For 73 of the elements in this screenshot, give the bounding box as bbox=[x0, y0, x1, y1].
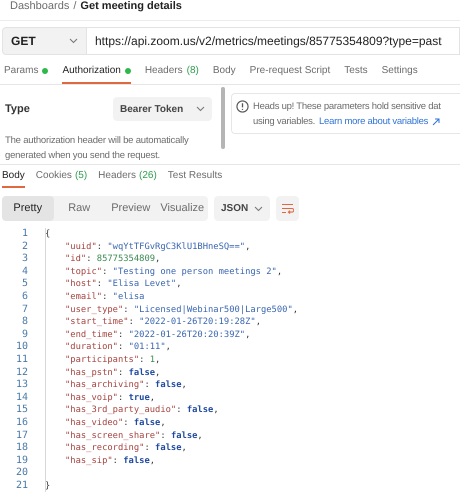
line-number: 14 bbox=[14, 392, 28, 404]
response-tab[interactable]: Headers (26) bbox=[98, 168, 157, 188]
code-line: "has_screen_share": false, bbox=[65, 430, 203, 442]
request-title: Get meeting details bbox=[80, 0, 182, 12]
type-label: Type bbox=[5, 102, 30, 117]
request-tab[interactable]: Params bbox=[4, 59, 48, 84]
line-number: 3 bbox=[20, 253, 28, 266]
request-tab[interactable]: Settings bbox=[382, 59, 418, 84]
request-tab[interactable]: Authorization bbox=[62, 59, 131, 84]
line-number: 18 bbox=[14, 442, 28, 455]
line-number: 9 bbox=[20, 328, 28, 342]
line-number: 19 bbox=[14, 454, 28, 468]
code-line: { bbox=[45, 228, 50, 241]
line-number: 11 bbox=[14, 354, 28, 367]
request-tab[interactable]: Body bbox=[212, 59, 236, 84]
scrollbar[interactable] bbox=[221, 87, 225, 149]
code-line: "has_voip": true, bbox=[65, 392, 156, 404]
line-number: 1 bbox=[20, 228, 28, 241]
line-number: 10 bbox=[14, 341, 28, 354]
line-number: 21 bbox=[14, 480, 28, 492]
code-line: } bbox=[45, 480, 50, 492]
view-mode-tab[interactable]: Visualize bbox=[156, 196, 208, 221]
line-number: 20 bbox=[14, 467, 28, 480]
notice-text: using variables. bbox=[253, 115, 316, 129]
view-mode-tab[interactable]: Pretty bbox=[2, 196, 54, 221]
code-line: "start_time": "2022-01-26T20:19:28Z", bbox=[65, 316, 261, 329]
code-line: "has_recording": false, bbox=[65, 442, 187, 455]
response-tab[interactable]: Body bbox=[2, 168, 25, 188]
auth-type-dropdown[interactable]: Bearer Token bbox=[113, 97, 212, 121]
line-number: 15 bbox=[14, 404, 28, 417]
line-number: 4 bbox=[20, 266, 28, 278]
line-number: 2 bbox=[20, 240, 28, 254]
auth-description: The authorization header will be automatically generated when you send the request. bbox=[5, 134, 190, 163]
code-line: "topic": "Testing one person meetings 2", bbox=[65, 266, 282, 278]
line-number: 5 bbox=[20, 278, 28, 291]
view-mode-tab[interactable]: Raw bbox=[54, 196, 105, 221]
chevron-down-icon bbox=[254, 206, 263, 212]
chevron-down-icon bbox=[196, 106, 205, 112]
code-line: "host": "Elisa Levet", bbox=[65, 278, 182, 291]
wrap-icon bbox=[281, 203, 294, 214]
code-line: "user_type": "Licensed|Webinar500|Large500", bbox=[65, 304, 298, 316]
request-tab[interactable]: Pre-request Script bbox=[250, 59, 330, 84]
breadcrumb-link[interactable]: Dashboards bbox=[10, 0, 70, 12]
code-line: "has_sip": false, bbox=[65, 454, 156, 468]
breadcrumb-separator: / bbox=[73, 0, 76, 12]
code-line: "participants": 1, bbox=[65, 354, 160, 367]
info-icon bbox=[236, 100, 249, 113]
line-number: 12 bbox=[14, 366, 28, 380]
format-dropdown[interactable]: JSON bbox=[214, 196, 270, 221]
wrap-lines-button[interactable] bbox=[276, 196, 299, 221]
code-line: "end_time": "2022-01-26T20:20:39Z", bbox=[65, 328, 250, 342]
code-line: "duration": "01:11", bbox=[65, 341, 171, 354]
line-number: 16 bbox=[14, 416, 28, 430]
line-number: 8 bbox=[20, 316, 28, 329]
code-line: "email": "elisa bbox=[65, 290, 144, 304]
view-mode-tab[interactable]: Preview bbox=[105, 196, 156, 221]
request-tab[interactable]: Tests bbox=[344, 59, 368, 84]
request-tab[interactable]: Headers (8) bbox=[144, 59, 199, 84]
code-line: "has_archiving": false, bbox=[65, 379, 187, 392]
code-line: "has_video": false, bbox=[65, 416, 166, 430]
code-line: "has_pstn": false, bbox=[65, 366, 160, 380]
code-line: "has_3rd_party_audio": false, bbox=[65, 404, 219, 417]
line-number: 17 bbox=[14, 430, 28, 442]
code-line: "id": 85775354809, bbox=[65, 253, 160, 266]
code-line: "uuid": "wqYtTFGvRgC3KlU1BHneSQ==", bbox=[65, 240, 250, 254]
response-tab[interactable]: Cookies (5) bbox=[36, 168, 88, 188]
line-number: 7 bbox=[20, 304, 28, 316]
response-tab[interactable]: Test Results bbox=[168, 168, 222, 188]
notice-text: Heads up! These parameters hold sensitive dat bbox=[253, 100, 441, 114]
external-link-icon bbox=[432, 118, 440, 126]
line-number: 6 bbox=[20, 290, 28, 304]
line-number: 13 bbox=[14, 379, 28, 392]
learn-more-link[interactable]: Learn more about variables bbox=[319, 114, 428, 129]
